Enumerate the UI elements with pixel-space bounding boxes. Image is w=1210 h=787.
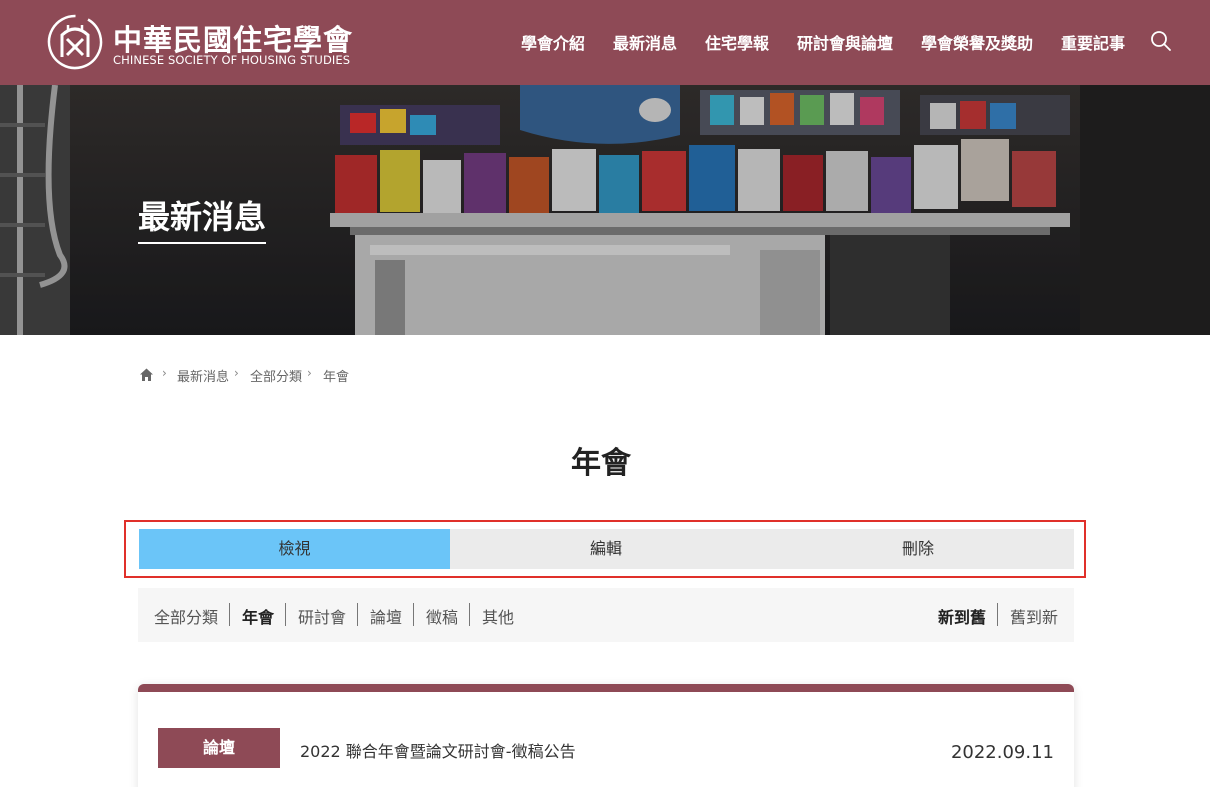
site-name-en: CHINESE SOCIETY OF HOUSING STUDIES — [113, 53, 351, 67]
page-title-wrap: 年會 — [0, 444, 1210, 484]
filter-annual-meeting[interactable]: 年會 — [242, 604, 274, 628]
breadcrumb-separator-icon: › — [234, 366, 239, 380]
breadcrumb-all-categories[interactable]: 全部分類 — [250, 366, 302, 385]
banner-title: 最新消息 — [138, 192, 267, 244]
breadcrumb-separator-icon: › — [307, 366, 312, 380]
article-category-tag[interactable]: 論壇 — [158, 728, 280, 768]
breadcrumb-news[interactable]: 最新消息 — [177, 366, 229, 385]
main-nav: 學會介紹 最新消息 住宅學報 研討會與論壇 學會榮譽及獎助 重要記事 — [0, 30, 1210, 54]
filter-call-for-papers[interactable]: 徵稿 — [426, 604, 458, 628]
sort-oldest-first[interactable]: 舊到新 — [1010, 604, 1058, 628]
filter-all-categories[interactable]: 全部分類 — [154, 604, 218, 628]
nav-item-events[interactable]: 重要記事 — [1061, 30, 1125, 54]
nav-item-honors[interactable]: 學會榮譽及獎助 — [921, 30, 1033, 54]
breadcrumb-separator-icon: › — [162, 366, 167, 380]
article-title[interactable]: 2022 聯合年會暨論文研討會-徵稿公告 — [300, 738, 576, 762]
search-icon[interactable] — [1150, 30, 1172, 52]
article-date: 2022.09.11 — [950, 742, 1054, 763]
filter-divider — [229, 603, 230, 626]
filter-bar: 全部分類 年會 研討會 論壇 徵稿 其他 新到舊 舊到新 — [138, 588, 1074, 642]
breadcrumb-current: 年會 — [323, 370, 350, 385]
filter-divider — [997, 603, 998, 626]
nav-item-journal[interactable]: 住宅學報 — [705, 30, 769, 54]
filter-divider — [357, 603, 358, 626]
filter-forum[interactable]: 論壇 — [370, 604, 402, 628]
page-title: 年會 — [569, 444, 641, 484]
filter-seminar[interactable]: 研討會 — [298, 604, 346, 628]
filter-divider — [469, 603, 470, 626]
nav-item-news[interactable]: 最新消息 — [613, 30, 677, 54]
article-card[interactable]: 論壇 2022 聯合年會暨論文研討會-徵稿公告 2022.09.11 — [138, 684, 1074, 787]
tab-delete[interactable]: 刪除 — [762, 529, 1074, 569]
tab-edit[interactable]: 編輯 — [450, 529, 762, 569]
nav-item-seminars[interactable]: 研討會與論壇 — [797, 30, 893, 54]
filter-divider — [413, 603, 414, 626]
hero-banner: 最新消息 — [0, 85, 1210, 335]
filter-divider — [285, 603, 286, 626]
site-header: 中華民國住宅學會 CHINESE SOCIETY OF HOUSING STUD… — [0, 0, 1210, 85]
home-icon[interactable] — [138, 366, 155, 383]
filter-other[interactable]: 其他 — [482, 604, 514, 628]
tab-view[interactable]: 檢視 — [139, 529, 450, 569]
nav-item-about[interactable]: 學會介紹 — [521, 30, 585, 54]
sort-newest-first[interactable]: 新到舊 — [938, 604, 986, 628]
